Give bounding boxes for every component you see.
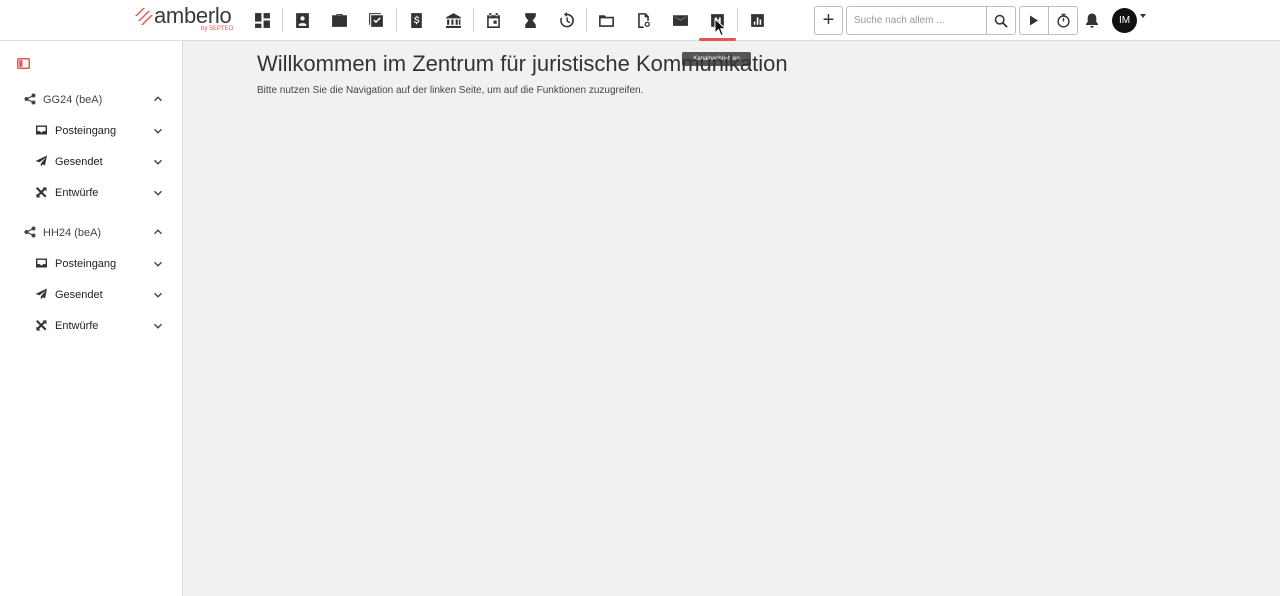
sidebar-folder-label: Entwürfe: [55, 320, 99, 332]
toolbar-divider: [396, 8, 397, 32]
stopwatch-button[interactable]: [1048, 7, 1077, 34]
start-timer-button[interactable]: [1020, 7, 1048, 34]
chevron-down-icon[interactable]: [153, 321, 163, 331]
user-avatar[interactable]: IM: [1112, 8, 1137, 33]
sidebar-account-label: GG24 (beA): [43, 94, 103, 106]
bank-icon[interactable]: [443, 10, 463, 30]
sent-icon: [35, 288, 47, 300]
toolbar-divider: [473, 8, 474, 32]
sidebar-folder-entwuerfe[interactable]: Entwürfe: [0, 314, 183, 338]
inbox-icon: [36, 258, 47, 268]
sidebar-folder-label: Posteingang: [55, 258, 117, 270]
sidebar-folder-label: Entwürfe: [55, 187, 99, 199]
sidebar-folder-label: Gesendet: [55, 289, 103, 301]
contacts-icon[interactable]: [292, 10, 312, 30]
deadlines-icon[interactable]: [520, 10, 540, 30]
share-icon: [24, 93, 36, 105]
active-tab-indicator: [699, 38, 736, 41]
add-button[interactable]: +: [814, 6, 843, 35]
sidebar-folder-entwuerfe[interactable]: Entwürfe: [0, 181, 183, 205]
tasks-icon[interactable]: [366, 10, 386, 30]
page-subtitle: Bitte nutzen Sie die Navigation auf der …: [257, 85, 644, 96]
chevron-down-icon[interactable]: [153, 126, 163, 136]
drafts-icon: [36, 187, 47, 198]
search-button[interactable]: [986, 7, 1015, 34]
chevron-down-icon[interactable]: [153, 290, 163, 300]
notifications-bell-icon[interactable]: [1084, 12, 1100, 29]
matters-icon[interactable]: [329, 10, 349, 30]
sidebar-folder-gesendet[interactable]: Gesendet: [0, 150, 183, 174]
email-icon[interactable]: [670, 10, 690, 30]
sidebar-folder-gesendet[interactable]: Gesendet: [0, 283, 183, 307]
timer-controls: [1019, 6, 1078, 35]
chevron-down-icon[interactable]: [153, 188, 163, 198]
top-navigation-bar: amberlo by SEPTEO + Suche nach allem ...…: [0, 0, 1280, 41]
toolbar-divider: [282, 8, 283, 32]
document-search-icon[interactable]: [633, 10, 653, 30]
calendar-icon[interactable]: [483, 10, 503, 30]
chevron-down-icon[interactable]: [153, 157, 163, 167]
mouse-pointer-icon: [714, 18, 727, 37]
sidebar-account-hh24[interactable]: HH24 (beA): [0, 221, 183, 245]
sidebar-folder-posteingang[interactable]: Posteingang: [0, 119, 183, 143]
search-icon: [994, 14, 1008, 28]
sidebar-account-label: HH24 (beA): [43, 227, 102, 239]
time-history-icon[interactable]: [556, 10, 576, 30]
dashboard-icon[interactable]: [252, 10, 272, 30]
sent-icon: [35, 155, 47, 167]
sidebar-collapse-icon[interactable]: [17, 58, 30, 69]
sidebar-folder-label: Gesendet: [55, 156, 103, 168]
toolbar-divider: [737, 8, 738, 32]
logo-byline: by SEPTEO: [201, 26, 234, 32]
sidebar-account-gg24[interactable]: GG24 (beA): [0, 88, 183, 112]
chevron-down-icon[interactable]: [153, 259, 163, 269]
sidebar-folder-posteingang[interactable]: Posteingang: [0, 252, 183, 276]
reports-icon[interactable]: [747, 10, 767, 30]
documents-icon[interactable]: [596, 10, 616, 30]
play-icon: [1030, 15, 1038, 26]
billing-icon[interactable]: [406, 10, 426, 30]
user-menu-caret-icon[interactable]: [1140, 14, 1146, 18]
stopwatch-icon: [1056, 13, 1070, 28]
chevron-up-icon[interactable]: [153, 94, 163, 104]
logo-mark-icon: [135, 8, 153, 25]
global-search: [846, 6, 1016, 35]
sidebar-folder-label: Posteingang: [55, 125, 117, 137]
search-input[interactable]: [847, 7, 986, 34]
sidebar: GG24 (beA) Posteingang Gesendet Entwürfe…: [0, 41, 183, 596]
toolbar-divider: [586, 8, 587, 32]
chevron-up-icon[interactable]: [153, 227, 163, 237]
share-icon: [24, 226, 36, 238]
inbox-icon: [36, 125, 47, 135]
drafts-icon: [36, 320, 47, 331]
page-title: Willkommen im Zentrum für juristische Ko…: [257, 51, 788, 76]
